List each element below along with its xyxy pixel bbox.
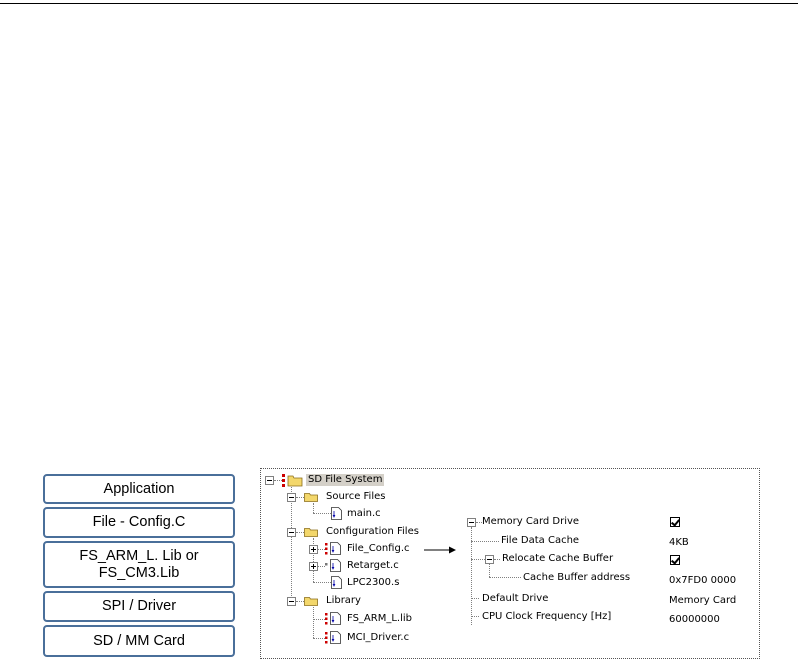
expand-file-config-icon[interactable]	[309, 545, 318, 554]
default-drive-value[interactable]: Memory Card	[669, 595, 736, 607]
project-tree-panel: SD File System Source Files main.c Confi…	[260, 468, 760, 659]
folder-icon	[304, 528, 318, 537]
tree-source-files-label[interactable]: Source Files	[326, 491, 385, 503]
cpu-clock-value[interactable]: 60000000	[669, 614, 720, 626]
cache-buffer-address-value[interactable]: 0x7FD0 0000	[669, 575, 736, 587]
file-icon	[325, 612, 341, 625]
layer-file-config-label: File - Config.C	[92, 514, 186, 530]
collapse-source-files-icon[interactable]	[287, 493, 296, 502]
collapse-config-files-icon[interactable]	[287, 528, 296, 537]
layer-spi-driver-label: SPI / Driver	[101, 598, 177, 614]
memory-card-drive-checkbox[interactable]	[670, 517, 680, 527]
expand-retarget-icon[interactable]	[309, 562, 318, 571]
tree-file-config-label[interactable]: File_Config.c	[347, 543, 410, 555]
page-top-rule	[0, 3, 798, 4]
tree-lpc-label[interactable]: LPC2300.s	[347, 577, 399, 589]
tree-mci-driver-label[interactable]: MCI_Driver.c	[347, 632, 409, 644]
layer-fs-library: FS_ARM_L. Lib or FS_CM3.Lib	[43, 541, 235, 588]
collapse-memory-card-drive-icon[interactable]	[467, 518, 476, 527]
file-icon	[325, 631, 341, 644]
opt-default-drive-label: Default Drive	[482, 593, 549, 604]
project-icon	[282, 474, 303, 487]
layer-fs-library-label-line1: FS_ARM_L. Lib or	[79, 547, 199, 564]
tree-config-files-label[interactable]: Configuration Files	[326, 526, 419, 538]
folder-icon	[304, 493, 318, 502]
opt-relocate-cache-buffer-label: Relocate Cache Buffer	[502, 553, 614, 564]
folder-icon	[304, 597, 318, 606]
opt-file-data-cache-label: File Data Cache	[501, 535, 580, 546]
file-icon	[331, 507, 342, 520]
tree-fs-arm-label[interactable]: FS_ARM_L.lib	[347, 613, 412, 625]
tree-root-label[interactable]: SD File System	[306, 474, 385, 486]
tree-retarget-label[interactable]: Retarget.c	[347, 560, 399, 572]
layer-application: Application	[43, 474, 235, 504]
layer-spi-driver: SPI / Driver	[43, 591, 235, 622]
layer-file-config: File - Config.C	[43, 507, 235, 538]
relocate-cache-buffer-checkbox[interactable]	[670, 555, 680, 565]
layer-fs-library-label-line2: FS_CM3.Lib	[98, 564, 180, 581]
opt-memory-card-drive-label: Memory Card Drive	[482, 516, 580, 527]
layer-application-label: Application	[103, 480, 175, 497]
arrow-icon	[424, 546, 456, 554]
collapse-library-icon[interactable]	[287, 597, 296, 606]
file-icon	[331, 576, 342, 589]
file-icon	[325, 559, 341, 572]
file-icon	[325, 542, 341, 555]
collapse-root-icon[interactable]	[265, 476, 274, 485]
layer-sd-card-label: SD / MM Card	[93, 632, 185, 649]
tree-library-label[interactable]: Library	[326, 595, 361, 607]
opt-cpu-clock-label: CPU Clock Frequency [Hz]	[482, 611, 612, 622]
file-data-cache-value[interactable]: 4KB	[669, 537, 689, 549]
collapse-relocate-cache-icon[interactable]	[485, 555, 494, 564]
layer-sd-card: SD / MM Card	[43, 625, 235, 657]
tree-main-c-label[interactable]: main.c	[347, 508, 381, 520]
opt-cache-buffer-address-label: Cache Buffer address	[523, 572, 631, 583]
